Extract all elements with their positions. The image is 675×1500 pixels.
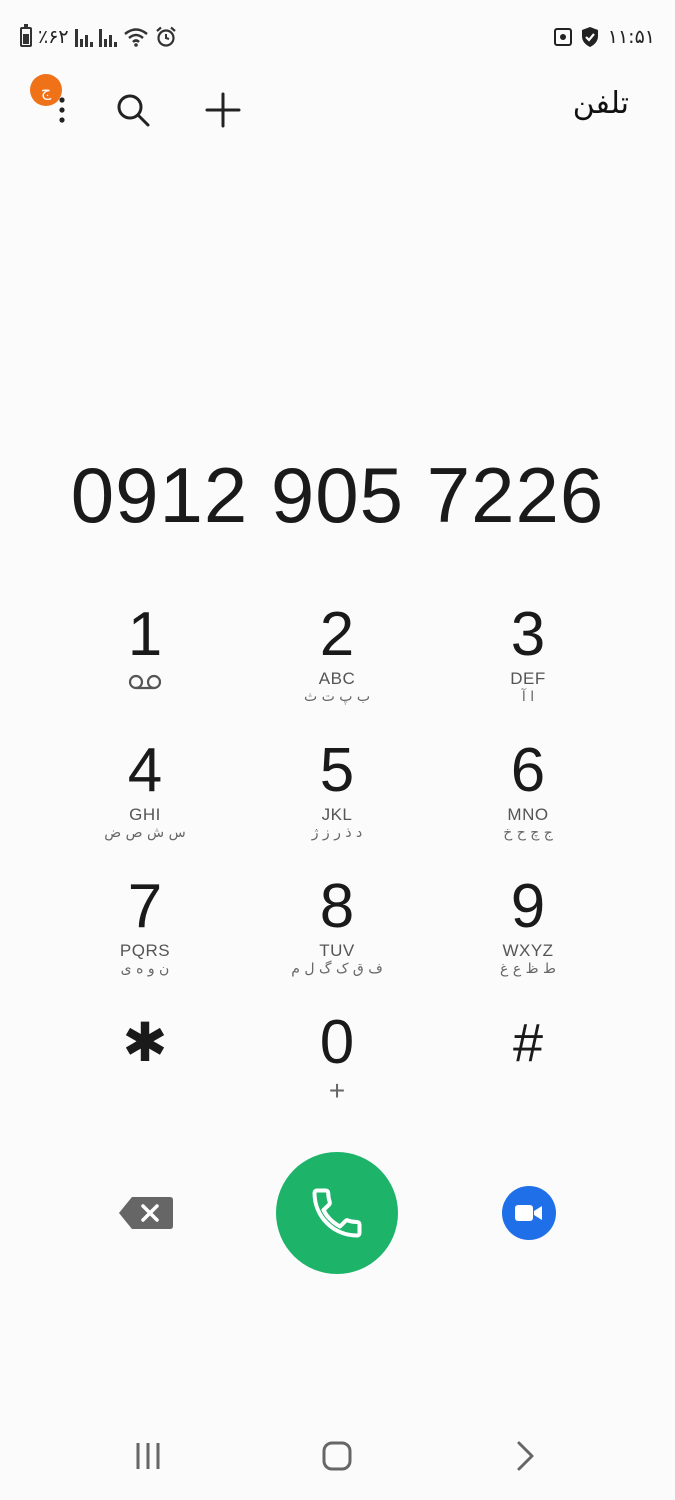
back-button[interactable]: [496, 1434, 556, 1478]
key-letters: TUV: [319, 941, 355, 960]
search-button[interactable]: [105, 82, 161, 138]
dialed-number[interactable]: 0912 905 7226: [0, 450, 675, 550]
key-digit: 1: [127, 600, 163, 669]
key-digit: 8: [319, 872, 355, 941]
add-contact-button[interactable]: [195, 82, 251, 138]
key-digit: 4: [127, 736, 163, 805]
shield-check-icon: [581, 27, 598, 47]
key-digit: 2: [319, 600, 355, 669]
key-letters: ABC: [318, 669, 356, 688]
key-digit: 6: [510, 736, 546, 805]
key-letters: MNO: [507, 805, 549, 824]
key-persian-letters: ب پ ت ث: [303, 689, 371, 705]
key-persian-letters: س ش ص ض: [104, 825, 186, 841]
key-1[interactable]: 1: [50, 600, 240, 730]
status-right: ۱۱:۵۱: [553, 26, 655, 48]
backspace-icon: [119, 1197, 173, 1229]
dialer-screen: ٪۶۲ ۱۱:۵۱ تلفن ج 0912 905 7226 1 2 ABC ب…: [0, 0, 675, 1500]
screenshot-icon: [553, 28, 572, 46]
signal-icon: [74, 27, 93, 47]
key-digit: ✱: [122, 1013, 168, 1073]
key-persian-letters: ن و ه ی: [120, 961, 170, 977]
wifi-icon: [123, 28, 148, 47]
key-0[interactable]: 0 +: [242, 1008, 432, 1138]
key-persian-letters: ط ظ ع غ: [500, 961, 556, 977]
key-5[interactable]: 5 JKL د ذ ر ز ژ: [242, 736, 432, 866]
key-plus: +: [328, 1075, 346, 1106]
status-bar: ٪۶۲ ۱۱:۵۱: [0, 0, 675, 78]
key-persian-letters: ج چ ح خ: [503, 825, 553, 841]
key-6[interactable]: 6 MNO ج چ ح خ: [433, 736, 623, 866]
key-letters: JKL: [321, 805, 353, 824]
key-8[interactable]: 8 TUV ف ق ک گ ل م: [242, 872, 432, 1002]
chevron-right-icon: [517, 1441, 534, 1471]
notification-badge: ج: [30, 74, 62, 106]
key-star[interactable]: ✱: [50, 1008, 240, 1138]
key-digit: 3: [510, 600, 546, 669]
key-4[interactable]: 4 GHI س ش ص ض: [50, 736, 240, 866]
page-title: تلفن: [572, 86, 629, 121]
navigation-bar: [0, 1420, 675, 1500]
alarm-icon: [155, 26, 176, 47]
plus-icon: [205, 92, 241, 128]
key-9[interactable]: 9 WXYZ ط ظ ع غ: [433, 872, 623, 1002]
recents-icon: [136, 1443, 160, 1469]
key-digit: 0: [319, 1008, 355, 1077]
battery-percent: ٪۶۲: [38, 26, 69, 48]
home-button[interactable]: [307, 1434, 367, 1478]
video-call-button[interactable]: [502, 1186, 556, 1240]
key-digit: 5: [319, 736, 355, 805]
call-button[interactable]: [276, 1152, 398, 1274]
backspace-button[interactable]: [114, 1190, 178, 1236]
key-digit: 9: [510, 872, 546, 941]
key-2[interactable]: 2 ABC ب پ ت ث: [242, 600, 432, 730]
more-vertical-icon: [59, 97, 65, 123]
key-letters: GHI: [129, 805, 161, 824]
clock: ۱۱:۵۱: [607, 26, 655, 48]
phone-icon: [312, 1188, 362, 1238]
key-digit: 7: [127, 872, 163, 941]
key-letters: DEF: [510, 669, 546, 688]
recents-button[interactable]: [118, 1434, 178, 1478]
voicemail-icon: [128, 674, 162, 690]
key-hash[interactable]: #: [433, 1008, 623, 1138]
home-icon: [322, 1441, 352, 1471]
key-persian-letters: د ذ ر ز ژ: [311, 825, 363, 841]
key-persian-letters: ف ق ک گ ل م: [291, 961, 383, 977]
battery-icon: [20, 24, 32, 47]
video-call-icon: [515, 1205, 542, 1221]
app-bar: تلفن: [0, 78, 675, 142]
key-persian-letters: ا آ: [521, 689, 535, 705]
key-letters: WXYZ: [502, 941, 554, 960]
key-digit: #: [512, 1013, 544, 1073]
search-icon: [117, 94, 150, 127]
key-3[interactable]: 3 DEF ا آ: [433, 600, 623, 730]
signal-icon-2: [98, 27, 117, 47]
status-left: ٪۶۲: [20, 24, 177, 48]
key-letters: PQRS: [119, 941, 171, 960]
key-7[interactable]: 7 PQRS ن و ه ی: [50, 872, 240, 1002]
